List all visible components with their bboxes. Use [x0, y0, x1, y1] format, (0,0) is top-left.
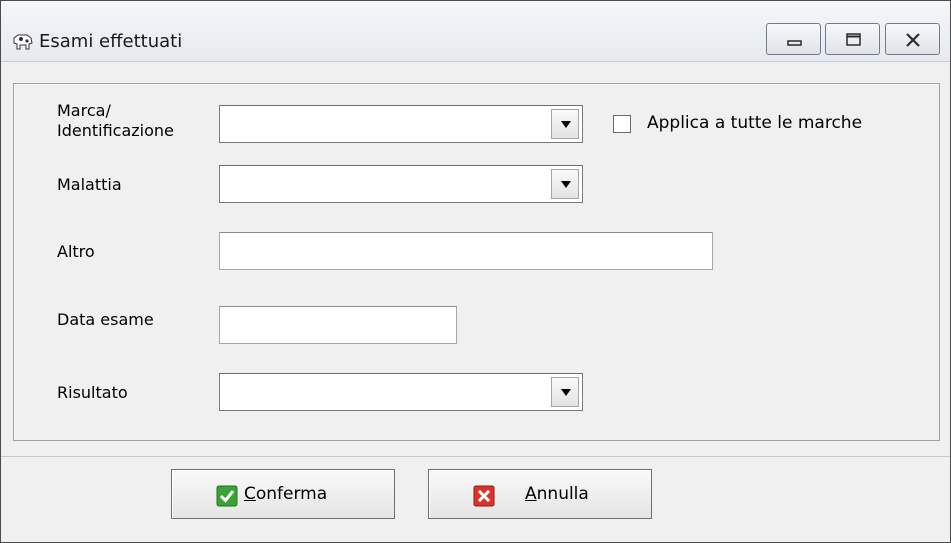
chevron-down-icon	[561, 181, 571, 188]
chevron-down-icon	[561, 121, 571, 128]
annulla-label: Annulla	[525, 484, 589, 504]
risultato-label: Risultato	[57, 383, 128, 402]
risultato-dropdown-button[interactable]	[551, 377, 579, 407]
check-icon	[216, 485, 238, 507]
data-esame-input[interactable]	[219, 306, 457, 344]
marca-combobox[interactable]	[219, 105, 583, 143]
marca-dropdown-button[interactable]	[551, 109, 579, 139]
applica-checkbox[interactable]	[613, 115, 631, 133]
conferma-label: Conferma	[244, 484, 328, 504]
close-icon	[906, 33, 920, 47]
marca-label-line2: Identificazione	[57, 121, 174, 140]
chevron-down-icon	[561, 389, 571, 396]
altro-input[interactable]	[219, 232, 713, 270]
maximize-icon	[846, 33, 861, 46]
applica-label[interactable]: Applica a tutte le marche	[647, 114, 862, 133]
malattia-label: Malattia	[57, 175, 122, 194]
cow-app-icon	[13, 34, 33, 50]
altro-label: Altro	[57, 242, 95, 261]
cancel-x-icon	[473, 485, 495, 507]
window-title: Esami effettuati	[39, 31, 183, 52]
close-button[interactable]	[885, 23, 940, 55]
footer-separator	[1, 456, 950, 457]
minimize-button[interactable]	[766, 23, 821, 55]
annulla-button[interactable]: Annulla	[428, 469, 652, 519]
malattia-combobox[interactable]	[219, 165, 583, 203]
risultato-combobox[interactable]	[219, 373, 583, 411]
dialog-window: Esami effettuati Marca/ Identificazione …	[0, 0, 951, 543]
maximize-button[interactable]	[825, 23, 880, 55]
title-bar[interactable]: Esami effettuati	[1, 1, 950, 62]
minimize-icon	[787, 40, 802, 46]
malattia-dropdown-button[interactable]	[551, 169, 579, 199]
data-esame-label: Data esame	[57, 310, 154, 329]
marca-label-line1: Marca/	[57, 101, 111, 120]
conferma-button[interactable]: Conferma	[171, 469, 395, 519]
